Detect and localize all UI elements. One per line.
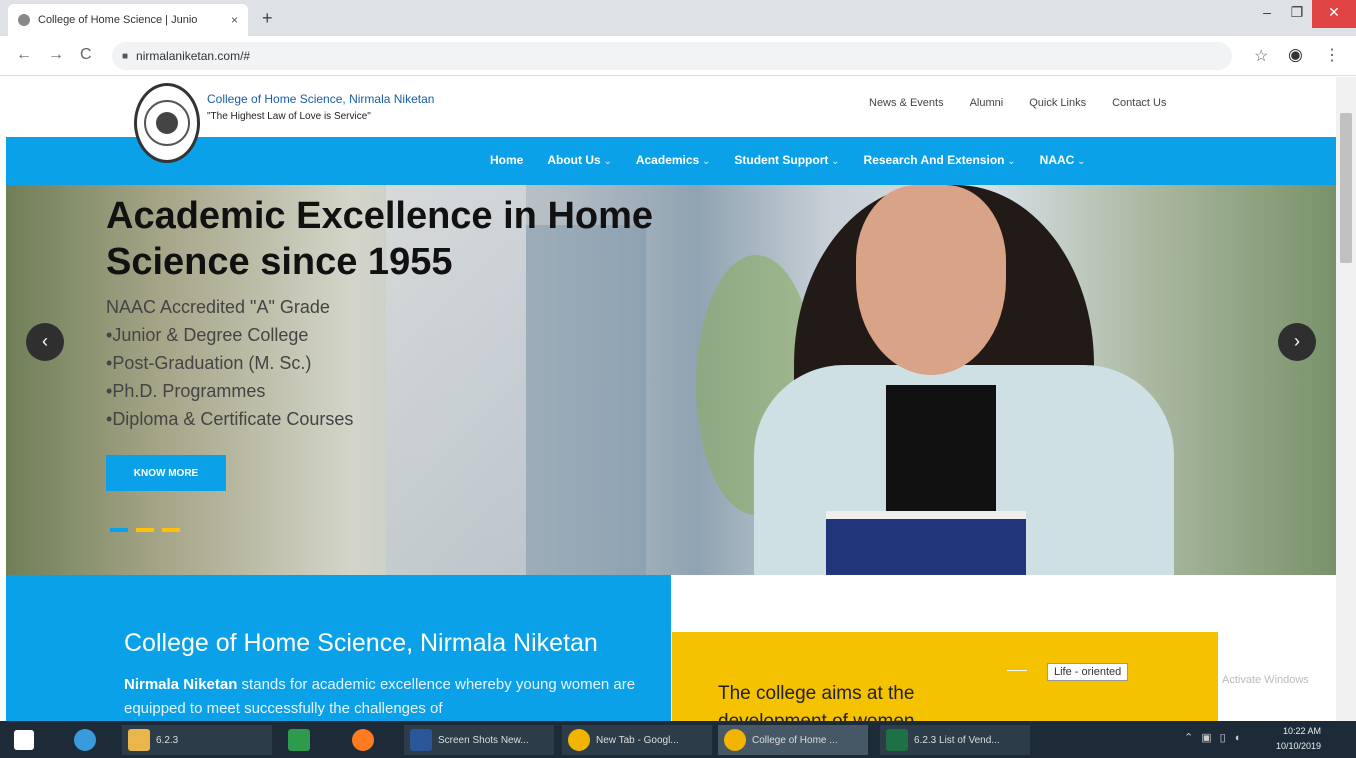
reload-icon[interactable]: C [80, 46, 92, 64]
bookmark-star-icon[interactable]: ☆ [1254, 46, 1268, 66]
scrollbar-thumb[interactable] [1340, 113, 1352, 263]
about-text: Nirmala Niketan stands for academic exce… [124, 673, 664, 721]
hero-slider: Academic Excellence in Home Science sinc… [6, 185, 1336, 575]
start-button[interactable] [14, 725, 40, 755]
clock-date: 10/10/2019 [1276, 741, 1322, 751]
ie-button[interactable] [74, 725, 102, 755]
windows-logo-icon [14, 730, 34, 750]
lock-icon: ■ [122, 50, 129, 62]
windows-taskbar: 6.2.3 Screen Shots New... New Tab - Goog… [0, 721, 1356, 758]
hero-subtitle: NAAC Accredited "A" Grade [106, 297, 330, 317]
close-window-button[interactable]: ✕ [1312, 0, 1356, 28]
brand-name[interactable]: College of Home Science, Nirmala Niketan [207, 92, 434, 106]
taskbar-clock[interactable]: 10:22 AM 10/10/2019 [1276, 724, 1321, 754]
browser-tabbar: College of Home Science | Junio × + – ❐ … [0, 0, 1356, 36]
taskbar-label: New Tab - Googl... [596, 734, 679, 746]
address-bar-row: ← → C ■ nirmalaniketan.com/# ☆ ◉ ⋮ [0, 36, 1356, 76]
nav-student-support[interactable]: Student Support [734, 153, 839, 167]
hero-list-item: Junior & Degree College [106, 321, 353, 349]
forward-icon[interactable]: → [48, 46, 64, 64]
slider-dot[interactable] [110, 528, 128, 532]
college-logo[interactable] [134, 83, 200, 163]
nav-about-us[interactable]: About Us [547, 153, 612, 167]
know-more-button[interactable]: KNOW MORE [106, 455, 226, 491]
store-icon [288, 729, 310, 751]
minimize-button[interactable]: – [1252, 0, 1282, 28]
url-input[interactable]: ■ nirmalaniketan.com/# [112, 42, 1232, 70]
firefox-icon [352, 729, 374, 751]
url-text: nirmalaniketan.com/# [136, 49, 251, 63]
about-text-bold: Nirmala Niketan [124, 676, 238, 693]
webpage: College of Home Science, Nirmala Niketan… [6, 77, 1336, 721]
top-links: News & Events Alumni Quick Links Contact… [869, 97, 1167, 109]
aims-connector [1007, 670, 1027, 671]
taskbar-store[interactable] [288, 725, 316, 755]
top-link-alumni[interactable]: Alumni [970, 97, 1004, 109]
slider-dot[interactable] [162, 528, 180, 532]
system-tray[interactable]: ⌃▣▯◖ [1184, 731, 1248, 744]
folder-icon [128, 729, 150, 751]
favicon-icon [18, 14, 30, 26]
close-tab-icon[interactable]: × [231, 13, 238, 27]
window-controls: – ❐ ✕ [1252, 0, 1356, 28]
browser-tab[interactable]: College of Home Science | Junio × [8, 4, 248, 36]
top-link-contact-us[interactable]: Contact Us [1112, 97, 1166, 109]
top-link-news-events[interactable]: News & Events [869, 97, 944, 109]
taskbar-label: 6.2.3 [156, 734, 179, 746]
slider-prev-button[interactable]: ‹ [26, 323, 64, 361]
nav-home[interactable]: Home [490, 153, 523, 167]
aims-banner: The college aims at the development of w… [672, 632, 1218, 721]
hero-list-item: Post-Graduation (M. Sc.) [106, 349, 353, 377]
nav-academics[interactable]: Academics [636, 153, 711, 167]
chrome-icon [568, 729, 590, 751]
maximize-button[interactable]: ❐ [1282, 0, 1312, 28]
aims-text: The college aims at the development of w… [718, 683, 915, 721]
excel-icon [886, 729, 908, 751]
hero-books-image [826, 511, 1026, 575]
tab-title: College of Home Science | Junio [38, 14, 198, 26]
main-nav: Home About Us Academics Student Support … [6, 137, 1336, 185]
hero-person-face [856, 185, 1006, 375]
profile-icon[interactable]: ◉ [1288, 45, 1303, 65]
taskbar-label: College of Home ... [752, 734, 838, 746]
hero-list-item: Ph.D. Programmes [106, 377, 353, 405]
taskbar-chrome-college[interactable]: College of Home ... [718, 725, 868, 755]
slider-dots [110, 528, 180, 532]
about-title: College of Home Science, Nirmala Niketan [124, 629, 598, 657]
site-header: College of Home Science, Nirmala Niketan… [6, 77, 1336, 163]
aims-pill-label: Life - oriented [1047, 663, 1129, 681]
chrome-icon [724, 729, 746, 751]
taskbar-label: 6.2.3 List of Vend... [914, 734, 1000, 746]
internet-explorer-icon [74, 729, 96, 751]
taskbar-word[interactable]: Screen Shots New... [404, 725, 554, 755]
taskbar-firefox[interactable] [352, 725, 380, 755]
word-icon [410, 729, 432, 751]
taskbar-chrome-newtab[interactable]: New Tab - Googl... [562, 725, 712, 755]
hero-title: Academic Excellence in Home Science sinc… [106, 195, 654, 283]
slider-next-button[interactable]: › [1278, 323, 1316, 361]
brand-motto: "The Highest Law of Love is Service" [207, 111, 371, 122]
clock-time: 10:22 AM [1283, 726, 1322, 736]
taskbar-label: Screen Shots New... [438, 734, 529, 746]
top-link-quick-links[interactable]: Quick Links [1029, 97, 1086, 109]
browser-menu-icon[interactable]: ⋮ [1324, 45, 1340, 65]
logo-emblem-icon [144, 100, 190, 146]
page-scrollbar[interactable] [1336, 77, 1356, 721]
back-icon[interactable]: ← [16, 46, 32, 64]
hero-list: Junior & Degree College Post-Graduation … [106, 321, 353, 433]
nav-naac[interactable]: NAAC [1040, 153, 1086, 167]
slider-dot[interactable] [136, 528, 154, 532]
new-tab-button[interactable]: + [262, 8, 273, 29]
nav-research-extension[interactable]: Research And Extension [864, 153, 1016, 167]
hero-list-item: Diploma & Certificate Courses [106, 405, 353, 433]
taskbar-folder-6-2-3[interactable]: 6.2.3 [122, 725, 272, 755]
about-section: College of Home Science, Nirmala Niketan… [6, 575, 671, 721]
taskbar-excel[interactable]: 6.2.3 List of Vend... [880, 725, 1030, 755]
activate-windows-watermark: Activate Windows [1222, 674, 1309, 686]
